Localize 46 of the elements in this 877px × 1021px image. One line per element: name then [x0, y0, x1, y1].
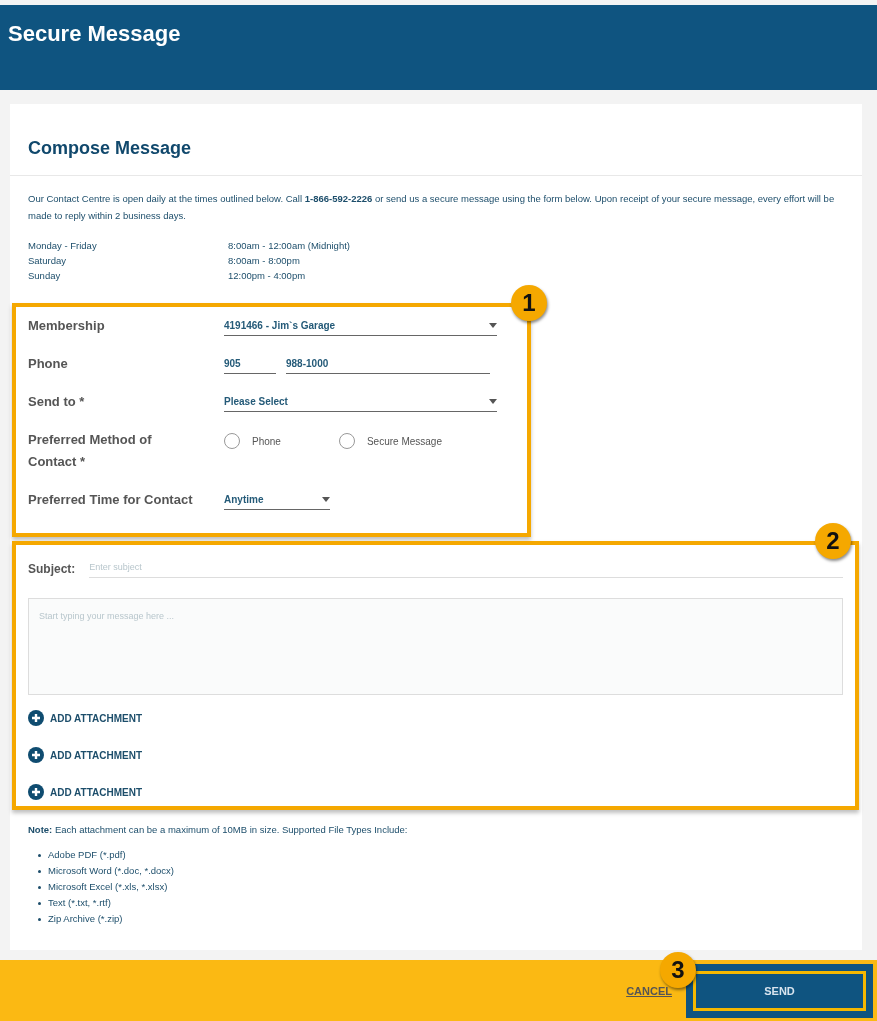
radio-option[interactable]: Phone [224, 433, 281, 449]
callout-badge: 2 [815, 523, 851, 559]
subject-label: Subject: [28, 561, 76, 576]
caret-icon [489, 323, 497, 328]
dropdown[interactable]: Please Select [224, 391, 497, 412]
days-label: Saturday [28, 255, 68, 266]
note-text: Note: Each attachment can be a maximum of 10MB in size. Supported File Types Include: [28, 824, 409, 835]
plus-icon [28, 784, 44, 800]
input-field[interactable]: 988-1000 [286, 353, 490, 374]
caret-icon [489, 399, 497, 404]
callout-badge: 3 [660, 951, 696, 988]
file-type-item: Adobe PDF (*.pdf) [48, 847, 844, 863]
add-attachment-link[interactable]: ADD ATTACHMENT [28, 784, 143, 800]
field-label: Membership [28, 317, 106, 335]
file-type-item: Text (*.txt, *.rtf) [48, 895, 844, 911]
hours-value: 12:00pm - 4:00pm [228, 270, 307, 281]
bullet-icon [38, 854, 41, 857]
field-label: Send to * [28, 393, 86, 411]
add-attachment-link[interactable]: ADD ATTACHMENT [28, 710, 143, 726]
field-label: Preferred Method of Contact * [28, 431, 153, 471]
radio-option[interactable]: Secure Message [338, 433, 442, 449]
bullet-icon [38, 902, 41, 905]
bullet-icon [38, 918, 41, 921]
page-title: Secure Message [8, 21, 181, 47]
days-label: Monday - Friday [28, 240, 98, 251]
add-attachment-link[interactable]: ADD ATTACHMENT [28, 747, 143, 763]
dropdown[interactable]: Anytime [224, 489, 330, 510]
days-label: Sunday [28, 270, 62, 281]
hours-value: 8:00am - 8:00pm [228, 255, 301, 266]
plus-icon [28, 710, 44, 726]
field-label: Phone [28, 355, 69, 373]
hours-value: 8:00am - 12:00am (Midnight) [228, 240, 350, 251]
input-field[interactable]: 905 [224, 353, 276, 374]
bullet-icon [38, 870, 41, 873]
callout-badge: 1 [511, 285, 547, 321]
file-type-item: Zip Archive (*.zip) [48, 911, 844, 927]
send-button[interactable]: SEND [686, 963, 873, 1018]
intro-text: Our Contact Centre is open daily at the times outlined below. Call 1-866-592-2226 or send us a secure message using the form below. Upon receipt of your secure message, every effort will be made to reply within 2 business days. [28, 192, 836, 223]
caret-icon [322, 497, 330, 502]
field-label: Preferred Time for Contact [28, 491, 194, 509]
plus-icon [28, 747, 44, 763]
bullet-icon [38, 886, 41, 889]
section-heading: Compose Message [10, 104, 862, 176]
file-type-item: Microsoft Excel (*.xls, *.xlsx) [48, 879, 844, 895]
file-type-item: Microsoft Word (*.doc, *.docx) [48, 863, 844, 879]
dropdown[interactable]: 4191466 - Jim`s Garage [224, 315, 497, 336]
